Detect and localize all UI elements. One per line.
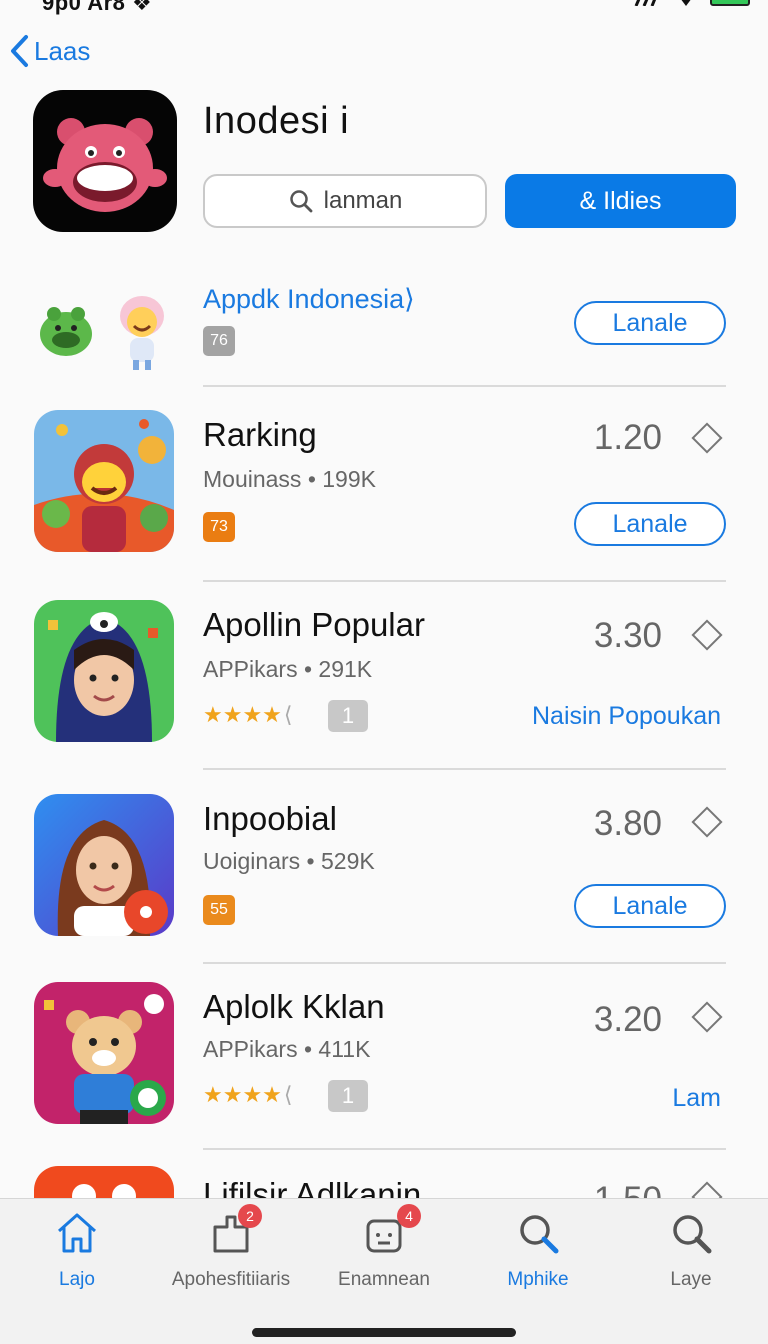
rating-badge: 55 — [203, 895, 235, 925]
app-icon-lifilsir — [34, 1166, 174, 1198]
star-rating: ★★★★ ⟨ — [203, 702, 292, 728]
diamond-icon — [691, 806, 723, 838]
app-price: 1.50 — [594, 1180, 662, 1198]
search-icon — [520, 1215, 559, 1254]
tab-apps[interactable]: 2 Apohesfitiiaris — [154, 1199, 308, 1309]
mascot-icon — [43, 118, 167, 212]
tab-label: Mphike — [507, 1269, 569, 1290]
hero-app-icon[interactable] — [33, 90, 177, 232]
star-half-icon: ⟨ — [283, 1082, 293, 1107]
status-time: 9p0 Ar8 ❖ — [42, 0, 153, 15]
featured-mascots-image — [40, 296, 164, 370]
tab-label: Lajo — [59, 1269, 95, 1290]
app-icon-aplolk — [34, 982, 174, 1124]
tab-search[interactable]: Mphike — [461, 1199, 615, 1309]
rating-count-badge: 1 — [328, 700, 368, 732]
tab-bar: Lajo 2 Apohesfitiiaris 4 Enamnean Mphike… — [0, 1198, 768, 1344]
wifi-icon — [681, 0, 691, 6]
divider — [203, 768, 726, 770]
rating-badge: 73 — [203, 512, 235, 542]
tab-search-alt[interactable]: Laye — [614, 1199, 768, 1309]
app-subtitle: Uoiginars • 529K — [203, 848, 375, 874]
featured-get-button[interactable]: Lanale — [574, 301, 726, 345]
search-icon — [673, 1215, 712, 1254]
list-item[interactable]: Rarking Mouinass • 199K 1.20 73 Lanale — [0, 396, 768, 576]
app-title: Inpoobial — [203, 800, 337, 837]
app-title: Lifilsir Adlkanin — [203, 1176, 422, 1198]
app-subtitle: APPikars • 291K — [203, 656, 373, 682]
rating-count-badge: 1 — [328, 1080, 368, 1112]
app-title: Apollin Popular — [203, 606, 425, 643]
diamond-icon — [691, 422, 723, 454]
app-price: 1.20 — [593, 418, 662, 457]
chevron-left-icon — [11, 35, 28, 67]
back-button[interactable]: Laas — [8, 34, 90, 68]
stars-filled: ★★★★ — [203, 702, 282, 727]
diamond-icon — [691, 619, 723, 651]
divider — [203, 580, 726, 582]
search-button[interactable]: lanman — [203, 174, 487, 228]
signal-icon — [634, 0, 657, 6]
page-title: Inodesi i — [203, 100, 350, 142]
app-icon-inpoobial — [34, 794, 174, 936]
diamond-icon — [691, 1181, 723, 1198]
stars-filled: ★★★★ — [203, 1082, 282, 1107]
app-subtitle: Mouinass • 199K — [203, 466, 376, 492]
star-half-icon: ⟨ — [283, 702, 293, 727]
app-icon-rarking — [34, 410, 174, 552]
list-item[interactable]: Lifilsir Adlkanin 1.50 — [0, 1160, 768, 1198]
primary-action-button[interactable]: & Ildies — [505, 174, 736, 228]
app-title: Aplolk Kklan — [203, 988, 385, 1025]
app-price: 3.30 — [593, 616, 662, 655]
search-icon — [289, 190, 313, 213]
notification-badge: 2 — [238, 1204, 262, 1228]
featured-badge: 76 — [203, 326, 235, 356]
home-icon — [58, 1213, 96, 1253]
tab-label: Apohesfitiiaris — [171, 1269, 291, 1290]
battery-icon — [710, 0, 750, 6]
star-rating: ★★★★ ⟨ — [203, 1082, 292, 1108]
tab-bag[interactable]: 4 Enamnean — [307, 1199, 461, 1309]
app-link[interactable]: Lam — [672, 1084, 721, 1113]
app-price: 3.20 — [593, 1000, 662, 1039]
tab-home[interactable]: Lajo — [0, 1199, 154, 1309]
list-item[interactable]: Apollin Popular APPikars • 291K 3.30 ★★★… — [0, 590, 768, 770]
featured-title: Appdk Indonesia⟩ — [203, 284, 415, 314]
back-label: Laas — [34, 35, 91, 66]
app-link[interactable]: Naisin Popoukan — [532, 702, 721, 731]
tab-label: Laye — [670, 1269, 712, 1290]
featured-row[interactable]: Appdk Indonesia⟩ 76 Lanale — [0, 270, 768, 388]
app-icon-apollin — [34, 600, 174, 742]
list-item[interactable]: Aplolk Kklan APPikars • 411K 3.20 ★★★★ ⟨ … — [0, 972, 768, 1152]
home-indicator — [252, 1328, 516, 1337]
status-icons — [634, 0, 750, 6]
search-label: lanman — [323, 187, 403, 214]
app-title: Rarking — [203, 416, 317, 453]
get-button[interactable]: Lanale — [574, 884, 726, 928]
app-price: 3.80 — [593, 804, 662, 843]
divider — [203, 385, 726, 387]
tab-label: Enamnean — [338, 1269, 430, 1290]
divider — [203, 1148, 726, 1150]
diamond-icon — [691, 1001, 723, 1033]
notification-badge: 4 — [397, 1204, 421, 1228]
get-button[interactable]: Lanale — [574, 502, 726, 546]
status-bar: 9p0 Ar8 ❖ — [0, 0, 768, 16]
list-item[interactable]: Inpoobial Uoiginars • 529K 3.80 55 Lanal… — [0, 780, 768, 960]
divider — [203, 962, 726, 964]
app-subtitle: APPikars • 411K — [203, 1036, 371, 1062]
